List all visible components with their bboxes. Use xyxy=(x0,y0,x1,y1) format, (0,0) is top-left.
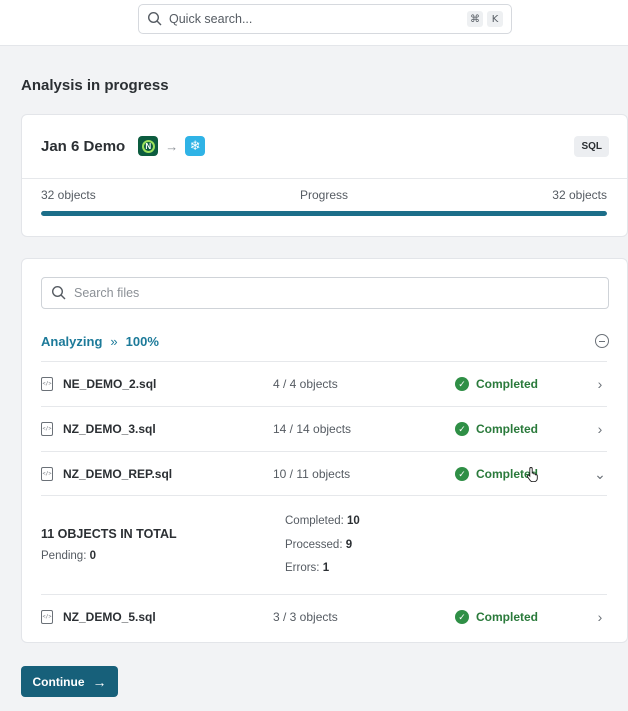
search-icon xyxy=(51,285,66,300)
code-file-icon: </> xyxy=(41,422,53,436)
k-key-hint: K xyxy=(487,11,503,27)
progress-bar xyxy=(41,211,607,216)
file-name: NE_DEMO_2.sql xyxy=(63,377,157,391)
project-header: Jan 6 Demo N → ❄ SQL xyxy=(41,134,609,158)
completed-label: Completed: xyxy=(285,515,344,527)
status-text: Completed xyxy=(476,610,539,624)
code-file-icon: </> xyxy=(41,610,53,624)
files-card: Analyzing » 100% </> NE_DEMO_2.sql 4 / 4… xyxy=(21,258,628,643)
status-badge: ✓ Completed xyxy=(455,610,538,624)
file-name: NZ_DEMO_5.sql xyxy=(63,610,156,624)
divider xyxy=(41,495,607,496)
completed-value: 10 xyxy=(347,515,360,527)
pending-label: Pending: xyxy=(41,550,87,562)
file-name: NZ_DEMO_3.sql xyxy=(63,422,156,436)
file-name: NZ_DEMO_REP.sql xyxy=(63,467,173,481)
file-row[interactable]: </> NE_DEMO_2.sql 4 / 4 objects ✓ Complet… xyxy=(41,362,607,406)
divider xyxy=(22,178,627,179)
search-files-box[interactable] xyxy=(41,277,609,309)
check-circle-icon: ✓ xyxy=(455,422,469,436)
continue-button[interactable]: Continue → xyxy=(21,666,118,697)
status-text: Completed xyxy=(476,422,539,436)
chevron-down-icon[interactable]: ⌄ xyxy=(593,466,607,483)
chevron-right-icon[interactable]: › xyxy=(593,376,607,392)
objects-count-left: 32 objects xyxy=(41,188,96,202)
source-logo-letter: N xyxy=(141,139,155,153)
progress-label: Progress xyxy=(299,188,349,202)
top-bar: Quick search... ⌘ K xyxy=(0,0,628,46)
errors-label: Errors: xyxy=(285,562,320,574)
progress-labels: 32 objects Progress 32 objects xyxy=(41,188,607,202)
file-object-count: 3 / 3 objects xyxy=(273,610,338,624)
code-file-icon: </> xyxy=(41,467,53,481)
analyzing-percent: 100% xyxy=(125,333,159,349)
check-circle-icon: ✓ xyxy=(455,377,469,391)
analyzing-status: Analyzing » 100% xyxy=(41,331,609,351)
status-badge: ✓ Completed xyxy=(455,422,538,436)
sql-badge: SQL xyxy=(574,135,609,157)
project-summary-card: Jan 6 Demo N → ❄ SQL 32 objects Progress… xyxy=(21,114,628,237)
search-icon xyxy=(147,11,162,26)
check-circle-icon: ✓ xyxy=(455,610,469,624)
page-title: Analysis in progress xyxy=(21,77,169,94)
pending-stat: Pending: 0 xyxy=(41,550,96,562)
double-chevron-right-icon: » xyxy=(110,333,118,349)
search-files-input[interactable] xyxy=(74,286,599,300)
objects-count-right: 32 objects xyxy=(552,188,607,202)
file-row[interactable]: </> NZ_DEMO_3.sql 14 / 14 objects ✓ Compl… xyxy=(41,407,607,451)
errors-stat: Errors: 1 xyxy=(285,562,329,574)
arrow-right-icon: → xyxy=(92,673,107,690)
file-details-panel: 11 OBJECTS IN TOTAL Pending: 0 Completed… xyxy=(41,507,607,593)
errors-value: 1 xyxy=(322,562,330,574)
quick-search-box[interactable]: Quick search... ⌘ K xyxy=(138,4,512,34)
continue-label: Continue xyxy=(32,674,85,689)
hand-cursor-icon xyxy=(526,467,538,482)
file-object-count: 14 / 14 objects xyxy=(273,422,352,436)
file-row[interactable]: </> NZ_DEMO_5.sql 3 / 3 objects ✓ Complet… xyxy=(41,595,607,639)
check-circle-icon: ✓ xyxy=(455,467,469,481)
file-object-count: 10 / 11 objects xyxy=(273,467,351,481)
pending-value: 0 xyxy=(89,550,97,562)
progress-bar-fill xyxy=(41,211,607,216)
chevron-right-icon[interactable]: › xyxy=(593,609,607,625)
processed-value: 9 xyxy=(345,539,353,551)
collapse-circle-icon[interactable] xyxy=(595,334,609,348)
code-file-icon: </> xyxy=(41,377,53,391)
analyzing-label: Analyzing xyxy=(41,333,103,349)
processed-label: Processed: xyxy=(285,539,343,551)
file-object-count: 4 / 4 objects xyxy=(273,377,338,391)
file-row-expanded[interactable]: </> NZ_DEMO_REP.sql 10 / 11 objects ✓ Com… xyxy=(41,452,607,496)
project-name: Jan 6 Demo xyxy=(41,137,126,155)
arrow-right-icon: → xyxy=(165,138,179,154)
netezza-logo-icon: N xyxy=(138,136,159,156)
command-key-hint: ⌘ xyxy=(467,11,483,27)
quick-search-placeholder[interactable]: Quick search... xyxy=(169,12,463,26)
snowflake-logo-icon: ❄ xyxy=(185,136,206,156)
completed-stat: Completed: 10 xyxy=(285,515,360,527)
status-text: Completed xyxy=(476,377,539,391)
processed-stat: Processed: 9 xyxy=(285,539,352,551)
status-badge: ✓ Completed xyxy=(455,377,538,391)
chevron-right-icon[interactable]: › xyxy=(593,421,607,437)
objects-total-title: 11 OBJECTS IN TOTAL xyxy=(41,527,177,541)
